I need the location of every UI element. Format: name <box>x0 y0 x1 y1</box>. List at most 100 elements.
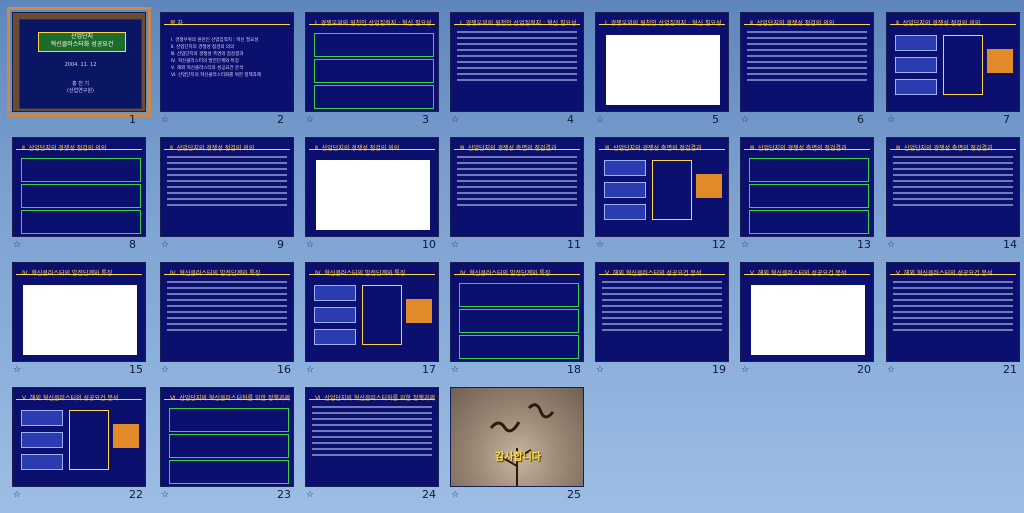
slide-title-bar: Ⅱ. 산업단지의 경쟁성 점검의 의의 <box>309 141 435 152</box>
slide-title: 목 차 <box>170 20 183 27</box>
slide-title-bar: Ⅱ. 산업단지의 경쟁성 점검의 의의 <box>16 141 142 152</box>
slide-title: Ⅳ. 혁신클러스터의 발전단계와 특징 <box>460 270 551 277</box>
slide-title-bar: Ⅵ. 산업단지의 혁신클러스터화를 위한 정책과제 <box>309 391 435 402</box>
slide-thumbnail-22[interactable]: Ⅴ. 해외 혁신클러스터의 성공요건 분석 ☆ 22 <box>12 387 157 504</box>
slide-preview[interactable]: Ⅲ. 산업단지의 경쟁성 측면의 점검결과 <box>595 137 729 237</box>
slide-number: 10 <box>422 238 436 251</box>
slide-title: Ⅰ. 경쟁우위의 원천인 산업집적지 : 혁신 필요성 <box>315 20 432 27</box>
slide-title: Ⅲ. 산업단지의 경쟁성 측면의 점검결과 <box>896 145 993 152</box>
slide-thumbnail-10[interactable]: Ⅱ. 산업단지의 경쟁성 점검의 의의 ☆ 10 <box>305 137 450 254</box>
slide-preview[interactable]: Ⅴ. 해외 혁신클러스터의 성공요건 분석 <box>886 262 1020 362</box>
slide-title: Ⅱ. 산업단지의 경쟁성 점검의 의의 <box>750 20 835 27</box>
slide-thumbnail-13[interactable]: Ⅲ. 산업단지의 경쟁성 측면의 점검결과 ☆ 13 <box>740 137 885 254</box>
slide-thumbnail-5[interactable]: Ⅰ. 경쟁우위의 원천인 산업집적지 : 혁신 필요성 ☆ 5 <box>595 12 740 129</box>
diagram-box <box>895 57 937 73</box>
slide-thumbnail-16[interactable]: Ⅳ. 혁신클러스터의 발전단계와 특징 ☆ 16 <box>160 262 305 379</box>
slide-thumbnail-3[interactable]: Ⅰ. 경쟁우위의 원천인 산업집적지 : 혁신 필요성 ☆ 3 <box>305 12 450 129</box>
slide-title-bar: Ⅲ. 산업단지의 경쟁성 측면의 점검결과 <box>890 141 1016 152</box>
slide-thumbnail-1[interactable]: 산업단지 혁신클러스터화 성공요건 2004. 11. 12 홍 진 기 (산업연… <box>7 7 157 129</box>
slide-thumbnail-24[interactable]: Ⅵ. 산업단지의 혁신클러스터화를 위한 정책과제 ☆ 24 <box>305 387 450 504</box>
slide-preview[interactable]: Ⅵ. 산업단지의 혁신클러스터화를 위한 정책과제 <box>160 387 294 487</box>
slide-thumbnail-20[interactable]: Ⅴ. 해외 혁신클러스터의 성공요건 분석 ☆ 20 <box>740 262 885 379</box>
slide-body-lines <box>457 156 577 210</box>
toc-item: Ⅳ. 혁신클러스터의 발전단계와 특징 <box>171 59 239 64</box>
slide-thumbnail-14[interactable]: Ⅲ. 산업단지의 경쟁성 측면의 점검결과 ☆ 14 <box>886 137 1024 254</box>
slide-body-lines <box>167 156 287 210</box>
slide-title-bar: Ⅲ. 산업단지의 경쟁성 측면의 점검결과 <box>744 141 870 152</box>
slide-title-bar: Ⅴ. 해외 혁신클러스터의 성공요건 분석 <box>599 266 725 277</box>
cover-panel: 산업단지 혁신클러스터화 성공요건 2004. 11. 12 홍 진 기 (산업연… <box>19 19 142 109</box>
slide-preview[interactable]: Ⅴ. 해외 혁신클러스터의 성공요건 분석 <box>740 262 874 362</box>
transition-star-icon: ☆ <box>13 490 22 500</box>
slide-preview[interactable]: 감사합니다 <box>450 387 584 487</box>
transition-star-icon: ☆ <box>13 240 22 250</box>
content-box <box>459 309 579 333</box>
slide-preview[interactable]: 목 차 Ⅰ. 경쟁우위의 원천인 산업집적지 : 혁신 필요성 Ⅱ. 산업단지의 … <box>160 12 294 112</box>
diagram-box <box>314 285 356 301</box>
slide-thumbnail-12[interactable]: Ⅲ. 산업단지의 경쟁성 측면의 점검결과 ☆ 12 <box>595 137 740 254</box>
transition-star-icon: ☆ <box>887 365 896 375</box>
slide-preview[interactable]: Ⅳ. 혁신클러스터의 발전단계와 특징 <box>160 262 294 362</box>
transition-star-icon: ☆ <box>161 240 170 250</box>
slide-title: Ⅰ. 경쟁우위의 원천인 산업집적지 : 혁신 필요성 <box>605 20 722 27</box>
slide-preview[interactable]: Ⅴ. 해외 혁신클러스터의 성공요건 분석 <box>12 387 146 487</box>
transition-star-icon: ☆ <box>741 115 750 125</box>
transition-star-icon: ☆ <box>161 490 170 500</box>
slide-preview[interactable]: Ⅳ. 혁신클러스터의 발전단계와 특징 <box>450 262 584 362</box>
slide-thumbnail-21[interactable]: Ⅴ. 해외 혁신클러스터의 성공요건 분석 ☆ 21 <box>886 262 1024 379</box>
slide-thumbnail-4[interactable]: Ⅰ. 경쟁우위의 원천인 산업집적지 : 혁신 필요성 ☆ 4 <box>450 12 595 129</box>
slide-thumbnail-18[interactable]: Ⅳ. 혁신클러스터의 발전단계와 특징 ☆ 18 <box>450 262 595 379</box>
slide-preview[interactable]: Ⅰ. 경쟁우위의 원천인 산업집적지 : 혁신 필요성 <box>450 12 584 112</box>
slide-thumbnail-9[interactable]: Ⅱ. 산업단지의 경쟁성 점검의 의의 ☆ 9 <box>160 137 305 254</box>
slide-preview[interactable]: Ⅳ. 혁신클러스터의 발전단계와 특징 <box>12 262 146 362</box>
slide-preview[interactable]: Ⅳ. 혁신클러스터의 발전단계와 특징 <box>305 262 439 362</box>
slide-preview[interactable]: Ⅱ. 산업단지의 경쟁성 점검의 의의 <box>12 137 146 237</box>
slide-thumbnail-25[interactable]: 감사합니다 ☆ 25 <box>450 387 595 504</box>
slide-thumbnail-7[interactable]: Ⅱ. 산업단지의 경쟁성 점검의 의의 ☆ 7 <box>886 12 1024 129</box>
slide-thumbnail-8[interactable]: Ⅱ. 산업단지의 경쟁성 점검의 의의 ☆ 8 <box>12 137 157 254</box>
slide-title: Ⅲ. 산업단지의 경쟁성 측면의 점검결과 <box>460 145 557 152</box>
slide-number: 14 <box>1003 238 1017 251</box>
slide-thumbnail-19[interactable]: Ⅴ. 해외 혁신클러스터의 성공요건 분석 ☆ 19 <box>595 262 740 379</box>
slide-preview[interactable]: Ⅵ. 산업단지의 혁신클러스터화를 위한 정책과제 <box>305 387 439 487</box>
transition-star-icon: ☆ <box>161 365 170 375</box>
slide-thumbnail-11[interactable]: Ⅲ. 산업단지의 경쟁성 측면의 점검결과 ☆ 11 <box>450 137 595 254</box>
slide-preview[interactable]: Ⅰ. 경쟁우위의 원천인 산업집적지 : 혁신 필요성 <box>305 12 439 112</box>
transition-star-icon: ☆ <box>13 365 22 375</box>
content-box <box>169 434 289 458</box>
slide-preview[interactable]: Ⅲ. 산업단지의 경쟁성 측면의 점검결과 <box>450 137 584 237</box>
slide-thumbnail-23[interactable]: Ⅵ. 산업단지의 혁신클러스터화를 위한 정책과제 ☆ 23 <box>160 387 305 504</box>
transition-star-icon: ☆ <box>596 115 605 125</box>
slide-preview[interactable]: Ⅱ. 산업단지의 경쟁성 점검의 의의 <box>886 12 1020 112</box>
slide-thumbnail-17[interactable]: Ⅳ. 혁신클러스터의 발전단계와 특징 ☆ 17 <box>305 262 450 379</box>
slide-preview[interactable]: Ⅲ. 산업단지의 경쟁성 측면의 점검결과 <box>740 137 874 237</box>
transition-star-icon: ☆ <box>451 490 460 500</box>
slide-thumbnail-15[interactable]: Ⅳ. 혁신클러스터의 발전단계와 특징 ☆ 15 <box>12 262 157 379</box>
slide-title-bar: Ⅳ. 혁신클러스터의 발전단계와 특징 <box>164 266 290 277</box>
cover-date: 2004. 11. 12 <box>64 62 97 68</box>
slide-title-bar: Ⅱ. 산업단지의 경쟁성 점검의 의의 <box>744 16 870 27</box>
slide-number: 22 <box>129 488 143 501</box>
slide-number: 25 <box>567 488 581 501</box>
slide-preview[interactable]: Ⅱ. 산업단지의 경쟁성 점검의 의의 <box>160 137 294 237</box>
slide-title-bar: Ⅰ. 경쟁우위의 원천인 산업집적지 : 혁신 필요성 <box>454 16 580 27</box>
chart-image <box>606 35 720 105</box>
diagram-box <box>696 174 722 198</box>
slide-preview[interactable]: Ⅱ. 산업단지의 경쟁성 점검의 의의 <box>305 137 439 237</box>
slide-thumbnail-6[interactable]: Ⅱ. 산업단지의 경쟁성 점검의 의의 ☆ 6 <box>740 12 885 129</box>
slide-body-lines <box>167 281 287 335</box>
slide-preview[interactable]: 산업단지 혁신클러스터화 성공요건 2004. 11. 12 홍 진 기 (산업연… <box>7 7 151 117</box>
content-box <box>314 85 434 109</box>
slide-preview[interactable]: Ⅴ. 해외 혁신클러스터의 성공요건 분석 <box>595 262 729 362</box>
slide-preview[interactable]: Ⅱ. 산업단지의 경쟁성 점검의 의의 <box>740 12 874 112</box>
slide-body-lines <box>893 156 1013 210</box>
toc-item: Ⅵ. 산업단지의 혁신클러스터화를 위한 정책과제 <box>171 73 261 78</box>
diagram-box <box>604 204 646 220</box>
slide-title: Ⅵ. 산업단지의 혁신클러스터화를 위한 정책과제 <box>315 395 435 402</box>
slide-preview[interactable]: Ⅲ. 산업단지의 경쟁성 측면의 점검결과 <box>886 137 1020 237</box>
slide-thumbnail-2[interactable]: 목 차 Ⅰ. 경쟁우위의 원천인 산업집적지 : 혁신 필요성 Ⅱ. 산업단지의 … <box>160 12 305 129</box>
slide-title: Ⅱ. 산업단지의 경쟁성 점검의 의의 <box>22 145 107 152</box>
slide-title: Ⅲ. 산업단지의 경쟁성 측면의 점검결과 <box>750 145 847 152</box>
diagram-box <box>113 424 139 448</box>
slide-preview[interactable]: Ⅰ. 경쟁우위의 원천인 산업집적지 : 혁신 필요성 <box>595 12 729 112</box>
